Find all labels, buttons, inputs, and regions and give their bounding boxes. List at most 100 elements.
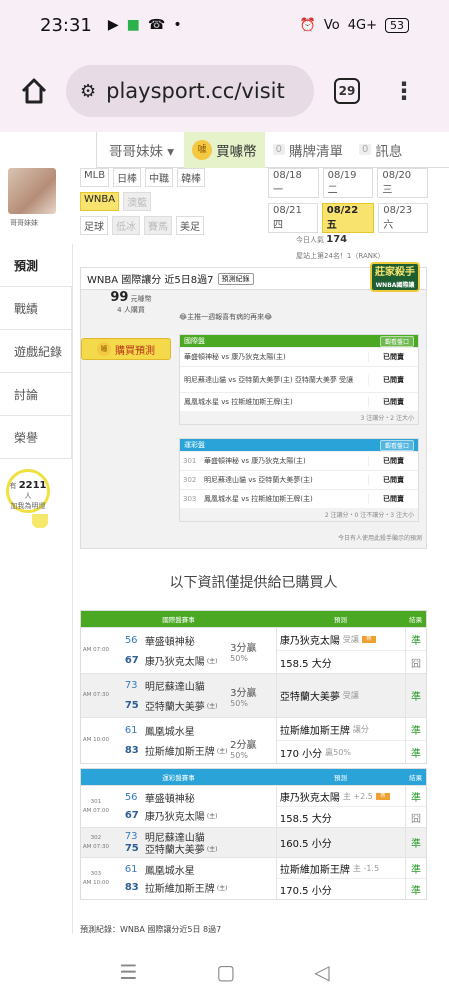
pick-text: 康乃狄克太陽 bbox=[279, 635, 340, 647]
pick-sub: 主 -1.5 bbox=[352, 863, 380, 873]
pick-text: 拉斯維加斯王牌 bbox=[279, 725, 350, 737]
status-text: 已問賣 bbox=[368, 374, 418, 385]
league-tag[interactable]: 低冰 bbox=[112, 216, 140, 235]
dot-icon: • bbox=[173, 17, 182, 33]
seller-note: 😂主推一週報喜有病的再來😂 bbox=[179, 313, 273, 321]
league-tag[interactable]: 中職 bbox=[145, 168, 174, 187]
taiwan-header-text: 運彩盤 bbox=[184, 441, 205, 449]
league-tag[interactable]: 日棒 bbox=[113, 168, 142, 187]
prediction-card: WNBA 國際讓分 近5日8過7 預測紀錄 莊家殺手 WNBA國際讓 99 元噱… bbox=[80, 262, 427, 549]
league-tag[interactable]: 澳籃 bbox=[123, 192, 152, 211]
game-no: 301 bbox=[183, 457, 197, 465]
tab-switcher-button[interactable]: 29 bbox=[334, 78, 360, 104]
team-name: 康乃狄克太陽 bbox=[144, 812, 205, 824]
odds-line: 3分贏 bbox=[230, 687, 257, 699]
date-tab[interactable]: 08/19 二 bbox=[322, 168, 374, 198]
results: 準 囧 bbox=[405, 628, 426, 673]
date-tab[interactable]: 08/18 一 bbox=[268, 168, 319, 198]
game-no: 303 bbox=[90, 870, 102, 877]
team-name: 拉斯維加斯王牌 bbox=[144, 747, 215, 759]
price-box: 99 元噱幣 4 人購買 bbox=[89, 290, 173, 315]
game-no: 303 bbox=[183, 495, 197, 503]
team-number: 61 bbox=[124, 863, 138, 875]
table-header: 運彩盤賽事 預測 結果 bbox=[81, 769, 426, 785]
killer-badge-text: 莊家殺手 bbox=[375, 267, 415, 278]
messages-link[interactable]: 0 訊息 bbox=[351, 140, 410, 160]
list-item: 301 華盛頓神秘 vs 康乃狄克太陽(主) 已問賣 bbox=[180, 451, 418, 470]
view-spread-button[interactable]: 觀看盤口 bbox=[379, 335, 414, 347]
date-picker: 08/18 一 08/19 二 08/20 三 08/21 四 08/22 五 … bbox=[268, 168, 429, 238]
date-tab[interactable]: 08/23 六 bbox=[378, 203, 428, 233]
fan-count-badge[interactable]: 有 2211 人 加我為明燈 bbox=[6, 469, 50, 513]
avatar[interactable] bbox=[8, 168, 56, 214]
odds-pct: 50% bbox=[230, 750, 248, 760]
back-icon[interactable]: ◁ bbox=[314, 960, 329, 984]
recent-apps-icon[interactable]: ☰ bbox=[119, 960, 137, 984]
spread-result-table: 國際盤賽事 預測 結果 AM 07:00 56 華盛頓神秘 67 康乃狄克太陽 (主)… bbox=[80, 610, 427, 764]
fan-sub: 加我為明燈 bbox=[10, 502, 46, 510]
list-item: 302 明尼蘇達山貓 vs 亞特蘭大美夢(主) 已問賣 bbox=[180, 470, 418, 489]
team-name: 明尼蘇達山貓 bbox=[144, 682, 205, 694]
odds: 3分贏 50% bbox=[230, 674, 276, 717]
taiwan-panel: 運彩盤 觀看盤口 301 華盛頓神秘 vs 康乃狄克太陽(主) 已問賣 302 明尼蘇… bbox=[179, 438, 419, 522]
home-button[interactable] bbox=[14, 71, 54, 111]
wechat-icon: ■ bbox=[126, 17, 140, 33]
site-settings-icon[interactable]: ⚙ bbox=[80, 81, 96, 102]
team-number: 73 bbox=[124, 830, 138, 842]
result-mark: 準 bbox=[411, 839, 422, 850]
killer-badge-sub: WNBA國際讓 bbox=[375, 282, 415, 289]
league-tag[interactable]: 美足 bbox=[176, 216, 204, 235]
league-tag[interactable]: MLB bbox=[80, 168, 110, 187]
results: 準 準 bbox=[405, 718, 426, 763]
team-number: 61 bbox=[124, 724, 138, 736]
today-label: 今日人氣 bbox=[296, 236, 324, 244]
team-name: 亞特蘭大美夢 bbox=[144, 845, 205, 857]
team-name: 亞特蘭大美夢 bbox=[144, 701, 205, 713]
sidebar-item-honor[interactable]: 榮譽 bbox=[0, 416, 72, 459]
more-menu-icon[interactable]: ⋮ bbox=[392, 79, 416, 103]
sidebar-item-discuss[interactable]: 討論 bbox=[0, 373, 72, 416]
col-header: 運彩盤賽事 bbox=[162, 774, 195, 782]
date-tab-active[interactable]: 08/22 五 bbox=[321, 203, 375, 233]
picks: 康乃狄克太陽主 +2.5 熱 158.5 大分 bbox=[275, 786, 406, 827]
buy-prediction-button[interactable]: 噱 購買預測 bbox=[81, 338, 171, 360]
home-mark: (主) bbox=[216, 748, 228, 756]
league-tag[interactable]: 足球 bbox=[80, 216, 108, 235]
league-tag[interactable]: 韓棒 bbox=[177, 168, 206, 187]
cart-count: 0 bbox=[272, 144, 285, 155]
odds: 3分贏 50% bbox=[230, 628, 276, 673]
user-menu[interactable]: 哥哥妹妹 ▾ bbox=[96, 132, 184, 168]
table-row: 302 AM 07:30 73 明尼蘇達山貓 75 亞特蘭大美夢 (主) 160.5 小… bbox=[81, 827, 426, 857]
record-tag[interactable]: 預測紀錄 bbox=[217, 272, 254, 285]
date-tab[interactable]: 08/21 四 bbox=[268, 203, 318, 233]
game-text: 華盛頓神秘 vs 康乃狄克太陽(主) bbox=[204, 457, 306, 465]
price-value: 99 bbox=[110, 290, 129, 305]
status-text: 已問賣 bbox=[368, 456, 418, 466]
home-nav-icon[interactable]: ▢ bbox=[216, 960, 235, 984]
result-mark: 準 bbox=[411, 748, 422, 760]
odds-pct: 50% bbox=[230, 698, 248, 708]
status-bar: 23:31 ▶ ■ ☎ • ⏰ Vo 4G+ 53 bbox=[0, 0, 449, 50]
game-no: 302 bbox=[90, 834, 102, 841]
pick-text: 拉斯維加斯王牌 bbox=[279, 864, 350, 876]
buy-coin-button[interactable]: 噱 買噱幣 bbox=[184, 132, 265, 168]
battery-icon: 53 bbox=[385, 17, 409, 33]
buy-prediction-label: 購買預測 bbox=[115, 345, 155, 357]
date-tab[interactable]: 08/20 三 bbox=[377, 168, 429, 198]
sidebar-item-record[interactable]: 戰績 bbox=[0, 287, 72, 330]
alarm-icon: ⏰ bbox=[299, 17, 316, 33]
address-bar[interactable]: ⚙ playsport.cc/visit bbox=[66, 65, 314, 117]
cart-link[interactable]: 0 購牌清單 bbox=[265, 140, 351, 160]
lightbulb-icon bbox=[32, 514, 48, 528]
card-title-text: WNBA 國際讓分 近5日8過7 bbox=[87, 275, 214, 286]
view-taiwan-button[interactable]: 觀看盤口 bbox=[379, 439, 414, 451]
record-footer: 預測紀錄：WNBA 國際讓分近5日 8過7 bbox=[80, 925, 222, 934]
sidebar-item-game-log[interactable]: 遊戲紀錄 bbox=[0, 330, 72, 373]
league-tag[interactable]: 賽馬 bbox=[144, 216, 172, 235]
col-header: 預測 bbox=[334, 616, 347, 624]
pick: 158.5 大分 bbox=[277, 651, 405, 673]
pick-text: 170 小分 bbox=[279, 748, 323, 760]
sidebar-item-predict[interactable]: 預測 bbox=[0, 244, 72, 287]
league-tag-active[interactable]: WNBA bbox=[80, 192, 120, 211]
team-number: 75 bbox=[124, 843, 139, 855]
